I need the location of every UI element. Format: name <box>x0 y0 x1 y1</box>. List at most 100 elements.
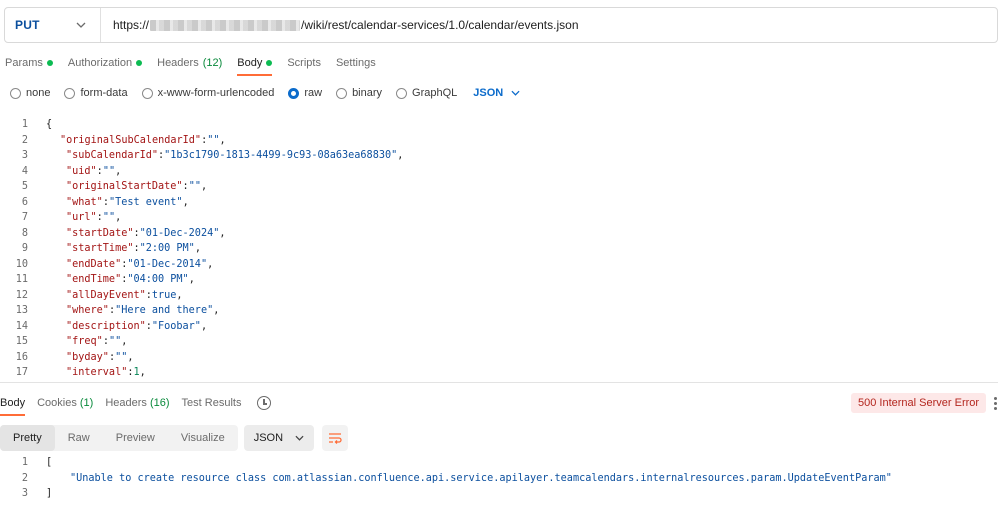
json-value: "" <box>108 336 122 347</box>
option-label: none <box>26 87 51 99</box>
response-tab-headers[interactable]: Headers (16) <box>99 392 175 414</box>
method-select[interactable]: PUT <box>5 8 101 42</box>
code-line: 14 "description":"Foobar", <box>0 319 998 335</box>
request-body-editor[interactable]: 1{2 "originalSubCalendarId":"", 3 "subCalen… <box>0 117 998 381</box>
code-text: "subCalendarId":"1b3c1790-1813-4499-9c93… <box>28 148 403 164</box>
history-icon[interactable] <box>257 396 272 410</box>
pane-divider[interactable] <box>0 382 998 383</box>
body-type-form-data[interactable]: form-data <box>64 87 128 99</box>
json-comma: , <box>121 336 128 347</box>
json-key: "what" <box>66 196 103 208</box>
code-text: "what":"Test event", <box>28 195 189 211</box>
line-number: 5 <box>21 181 28 192</box>
format-label: JSON <box>253 432 284 444</box>
line-number: 13 <box>15 305 28 316</box>
option-label: form-data <box>80 87 128 99</box>
line-number: 6 <box>21 196 28 208</box>
tab-count: (1) <box>79 397 94 409</box>
code-text: "where":"Here and there", <box>28 303 219 319</box>
radio-icon <box>396 87 408 99</box>
option-label: GraphQL <box>412 87 458 99</box>
line-number: 7 <box>21 212 28 223</box>
tab-label: Body <box>237 57 263 69</box>
radio-icon <box>336 87 348 99</box>
code-text: "url":"", <box>28 210 121 226</box>
json-comma: , <box>219 134 226 146</box>
body-type-graphql[interactable]: GraphQL <box>396 87 457 99</box>
tab-count: (12) <box>202 57 223 69</box>
response-tab-cookies[interactable]: Cookies (1) <box>31 392 99 414</box>
code-line: 6 "what":"Test event", <box>0 195 998 211</box>
json-value: "04:00 PM" <box>127 274 189 285</box>
wrap-lines-icon <box>329 433 342 444</box>
code-text: "description":"Foobar", <box>28 319 207 335</box>
line-number: 3 <box>21 150 28 161</box>
json-value: "2:00 PM" <box>139 243 195 254</box>
response-body-viewer[interactable]: 1[2 "Unable to create resource class com.… <box>0 455 998 502</box>
radio-icon <box>141 87 153 99</box>
code-text: [ <box>46 457 53 468</box>
radio-icon <box>64 87 76 99</box>
json-comma: , <box>182 196 189 208</box>
view-preview-button[interactable]: Preview <box>103 425 168 451</box>
line-number: 2 <box>21 134 28 146</box>
code-line: 1[ <box>0 455 998 471</box>
json-comma: , <box>194 243 201 254</box>
body-type-urlencoded[interactable]: x-www-form-urlencoded <box>141 87 274 99</box>
line-number: 17 <box>15 367 28 378</box>
tab-scripts[interactable]: Scripts <box>282 50 331 76</box>
body-type-none[interactable]: none <box>10 87 50 99</box>
json-key: "startTime" <box>66 243 134 254</box>
response-tab-test-results[interactable]: Test Results <box>176 392 248 414</box>
line-number: 11 <box>15 274 28 285</box>
tab-settings[interactable]: Settings <box>331 50 386 76</box>
json-key: "subCalendarId" <box>66 150 159 161</box>
json-key: "endTime" <box>66 274 122 285</box>
code-line: 17 "interval":1, <box>0 365 998 381</box>
body-type-raw[interactable]: raw <box>288 87 322 99</box>
format-label: JSON <box>473 87 504 99</box>
json-key: "allDayEvent" <box>66 289 146 301</box>
more-options-icon[interactable] <box>994 397 998 412</box>
response-tab-body[interactable]: Body <box>0 392 31 416</box>
json-comma: , <box>200 320 208 332</box>
active-indicator-icon <box>46 60 53 66</box>
json-key: "originalSubCalendarId" <box>60 134 202 146</box>
body-type-binary[interactable]: binary <box>336 87 382 99</box>
json-value: "" <box>188 181 201 192</box>
chevron-down-icon <box>511 90 520 96</box>
option-label: raw <box>304 87 323 99</box>
tab-headers[interactable]: Headers (12) <box>152 50 232 76</box>
view-visualize-button[interactable]: Visualize <box>168 425 238 451</box>
json-value: "" <box>102 212 116 223</box>
tab-body[interactable]: Body <box>232 50 282 76</box>
option-label: binary <box>352 87 383 99</box>
code-text: "freq":"", <box>28 334 127 350</box>
json-value: "Foobar" <box>151 320 201 332</box>
radio-icon <box>10 87 21 99</box>
json-value: "01-Dec-2024" <box>139 227 220 239</box>
code-text: "allDayEvent":true, <box>28 288 183 304</box>
chevron-down-icon <box>295 435 304 441</box>
response-format-select[interactable]: JSON <box>243 425 315 451</box>
json-comma: , <box>127 351 134 363</box>
code-text: "startDate":"01-Dec-2024", <box>28 226 225 242</box>
code-text: { <box>28 117 52 133</box>
status-badge: 500 Internal Server Error <box>851 393 987 413</box>
raw-format-select[interactable]: JSON <box>473 87 520 99</box>
code-text: "originalStartDate":"", <box>28 179 207 195</box>
json-value: "" <box>102 165 116 177</box>
json-comma: , <box>397 150 404 161</box>
view-raw-button[interactable]: Raw <box>55 425 103 451</box>
line-number: 3 <box>21 488 28 499</box>
chevron-down-icon <box>76 22 86 28</box>
view-pretty-button[interactable]: Pretty <box>0 425 55 451</box>
url-input[interactable]: https:// /wiki/rest/calendar-services/1.… <box>101 18 579 32</box>
wrap-lines-button[interactable] <box>322 425 349 451</box>
view-mode-segmented: Pretty Raw Preview Visualize <box>0 425 238 451</box>
code-text: "startTime":"2:00 PM", <box>28 241 201 257</box>
json-comma: , <box>188 274 195 285</box>
tab-label: Settings <box>335 57 376 69</box>
tab-params[interactable]: Params <box>0 50 63 76</box>
tab-authorization[interactable]: Authorization <box>63 50 152 76</box>
